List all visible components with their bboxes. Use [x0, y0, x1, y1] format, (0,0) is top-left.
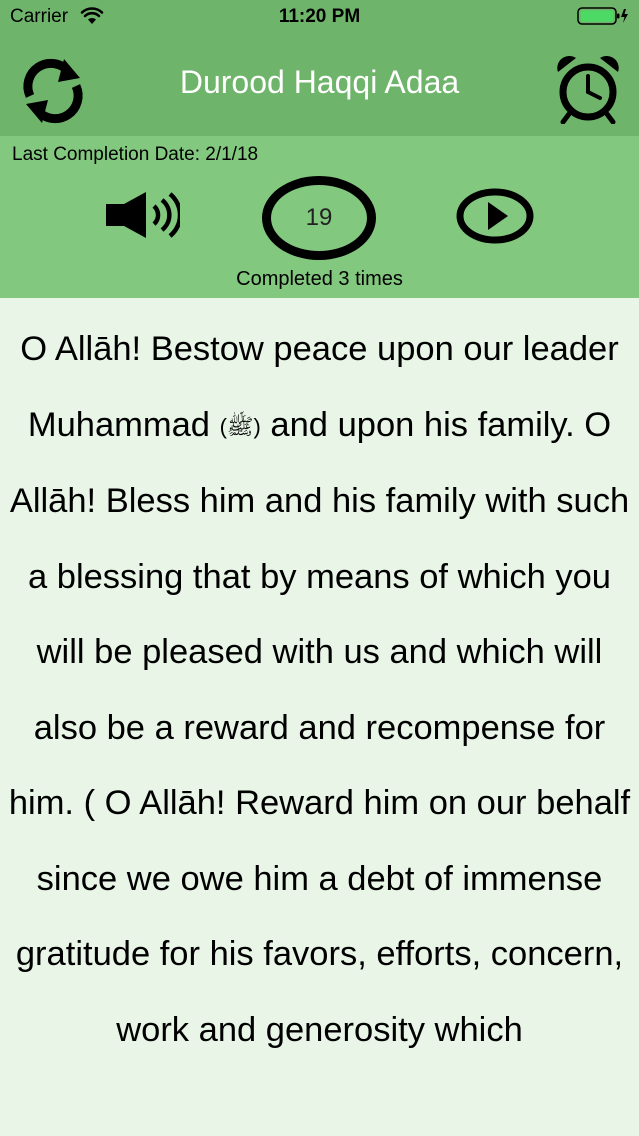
status-bar: Carrier 11:20 PM	[0, 0, 639, 34]
speaker-icon	[106, 192, 183, 238]
play-icon	[456, 188, 534, 244]
battery-icon	[577, 7, 628, 25]
counter-value: 19	[305, 204, 333, 231]
speaker-button[interactable]	[104, 190, 183, 240]
nav-bar: Durood Haqqi Adaa	[0, 34, 639, 136]
prayer-text-area[interactable]: O Allāh! Bestow peace upon our leader Mu…	[0, 298, 639, 1136]
page-title: Durood Haqqi Adaa	[179, 64, 460, 100]
status-time: 11:20 PM	[278, 6, 361, 27]
prayer-text: O Allāh! Bestow peace upon our leader Mu…	[0, 312, 639, 1068]
honorific: (ﷺ)	[219, 413, 261, 439]
counter-button[interactable]: 19	[262, 176, 376, 260]
completed-count: Completed 3 times	[236, 268, 403, 290]
alarm-button[interactable]	[554, 52, 622, 125]
prayer-text-part2: and upon his family. O Allāh! Bless him …	[8, 405, 631, 1049]
last-completion-date: Last Completion Date: 2/1/18	[12, 144, 259, 165]
play-button[interactable]	[456, 188, 534, 244]
counter-panel: Last Completion Date: 2/1/18 19 Complete…	[0, 136, 639, 298]
alarm-clock-icon	[557, 55, 619, 125]
